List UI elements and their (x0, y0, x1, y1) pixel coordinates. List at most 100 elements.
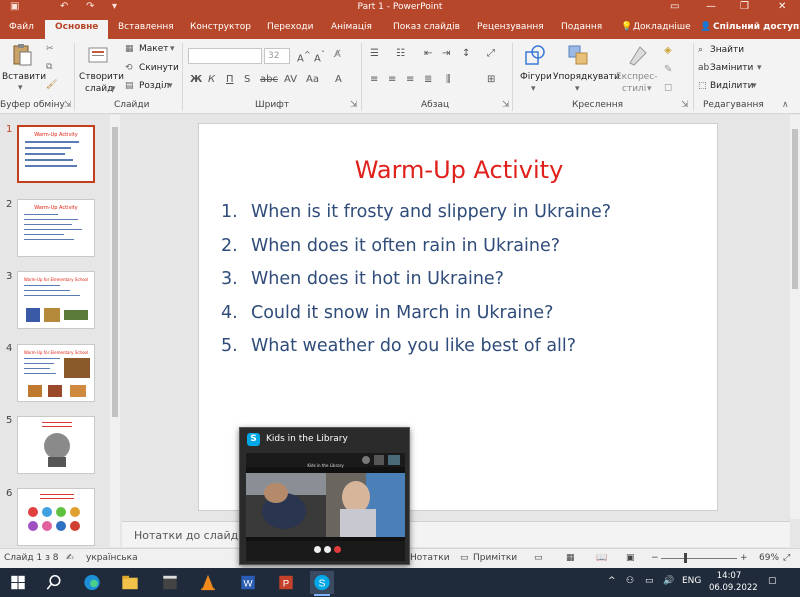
shapes-icon[interactable] (523, 43, 547, 67)
powerpoint-icon[interactable]: P (274, 571, 298, 594)
zoom-slider-thumb[interactable] (684, 553, 687, 563)
copy-icon[interactable]: ⧉ (46, 62, 52, 72)
replace-dropdown-icon[interactable]: ▾ (757, 63, 762, 73)
decrease-font-icon[interactable]: Aˇ (314, 49, 325, 64)
justify-icon[interactable]: ≣ (424, 74, 432, 85)
network-icon[interactable]: ▭ (645, 576, 654, 586)
section-dropdown-icon[interactable]: ▾ (168, 81, 173, 91)
collapse-ribbon-icon[interactable]: ∧ (782, 100, 789, 110)
section-button[interactable]: Розділ (139, 81, 169, 91)
tab-slideshow[interactable]: Показ слайдів (393, 22, 460, 32)
restore-icon[interactable]: ❐ (740, 1, 749, 12)
tray-overflow-icon[interactable]: ^ (608, 576, 616, 586)
quick-styles-button[interactable]: Експрес- (616, 72, 657, 82)
slide-sorter-icon[interactable]: ▦ (566, 553, 575, 563)
line-spacing-icon[interactable]: ↕ (462, 48, 470, 59)
share-icon[interactable]: 👤 (700, 22, 711, 32)
comments-icon[interactable]: ▭ (460, 553, 469, 563)
fit-slide-icon[interactable]: ⤢ (783, 553, 790, 563)
tab-file[interactable]: Файл (9, 22, 34, 32)
paste-dropdown-icon[interactable]: ▾ (18, 83, 23, 93)
thumbnail-slide-6[interactable] (17, 488, 95, 546)
bullets-icon[interactable]: ☰ (370, 48, 379, 59)
reading-view-icon[interactable]: 📖 (596, 553, 607, 563)
change-case-icon[interactable]: Aa (306, 74, 319, 85)
shape-fill-icon[interactable]: ◈ (664, 45, 672, 56)
decrease-indent-icon[interactable]: ⇤ (424, 48, 432, 59)
new-slide-button[interactable]: Створити (79, 72, 124, 82)
tab-animations[interactable]: Анімація (331, 22, 372, 32)
edge-icon[interactable] (80, 571, 104, 594)
vlc-icon[interactable] (196, 571, 220, 594)
tab-insert[interactable]: Вставлення (118, 22, 174, 32)
close-icon[interactable]: ✕ (778, 1, 786, 12)
thumbnail-slide-5[interactable] (17, 416, 95, 474)
underline-icon[interactable]: П (226, 74, 234, 85)
notes-pane[interactable]: Нотатки до слайда (122, 521, 790, 547)
search-icon[interactable] (42, 571, 66, 594)
font-color-icon[interactable]: A (335, 74, 342, 85)
minimize-icon[interactable]: — (706, 1, 716, 12)
zoom-level[interactable]: 69% (759, 553, 779, 563)
slide-question-list[interactable]: 1. When is it frosty and slippery in Ukra… (221, 202, 611, 370)
quick-styles-icon[interactable] (626, 43, 650, 67)
find-button[interactable]: Знайти (710, 45, 744, 55)
increase-font-icon[interactable]: A^ (297, 49, 311, 64)
font-name-combo[interactable] (188, 48, 262, 64)
select-button[interactable]: Виділити (710, 81, 753, 91)
select-dropdown-icon[interactable]: ▾ (752, 81, 757, 91)
quick-styles-dropdown-icon[interactable]: ▾ (647, 84, 652, 94)
slideshow-view-icon[interactable]: ▣ (626, 553, 635, 563)
notifications-icon[interactable]: ▢ (768, 576, 777, 586)
mic-button[interactable] (314, 546, 321, 553)
new-slide-dropdown-icon[interactable]: ▾ (111, 84, 116, 94)
normal-view-icon[interactable]: ▭ (534, 553, 543, 563)
thumbnail-scrollbar[interactable] (110, 115, 120, 547)
tab-design[interactable]: Конструктор (190, 22, 251, 32)
comments-button[interactable]: Примітки (473, 553, 517, 563)
thumbnail-slide-4[interactable]: Warm-Up for Elementary School (17, 344, 95, 402)
thumbnail-slide-3[interactable]: Warm-Up for Elementary School (17, 271, 95, 329)
arrange-dropdown-icon[interactable]: ▾ (575, 84, 580, 94)
new-slide-icon[interactable] (86, 43, 110, 67)
tab-review[interactable]: Рецензування (477, 22, 544, 32)
slide-scrollbar[interactable] (790, 115, 800, 519)
drawing-launcher-icon[interactable]: ⇲ (681, 100, 689, 110)
clear-format-icon[interactable]: A̸ (334, 49, 341, 60)
text-direction-icon[interactable]: ⤢ (487, 48, 495, 59)
tell-me-search[interactable]: Докладніше (633, 22, 691, 32)
tab-home[interactable]: Основне (45, 20, 109, 39)
arrange-icon[interactable] (566, 43, 590, 67)
font-size-combo[interactable]: 32 (264, 48, 290, 64)
strikethrough-icon[interactable]: abc (260, 74, 278, 85)
skype-taskbar-button[interactable]: S (310, 571, 334, 596)
reset-button[interactable]: Скинути (139, 63, 179, 73)
thumbnail-scroll-thumb[interactable] (112, 127, 118, 417)
end-call-button[interactable] (334, 546, 341, 553)
layout-button[interactable]: Макет (139, 44, 169, 54)
tab-transitions[interactable]: Переходи (267, 22, 313, 32)
volume-icon[interactable]: 🔊 (663, 576, 674, 586)
call-preview[interactable]: Kids in the Library (246, 453, 405, 561)
people-icon[interactable]: ⚇ (626, 576, 634, 586)
ribbon-options-icon[interactable]: ▭ (670, 1, 679, 12)
input-language[interactable]: ENG (682, 576, 701, 586)
zoom-slider[interactable] (661, 558, 737, 559)
paste-icon[interactable] (10, 43, 34, 67)
font-launcher-icon[interactable]: ⇲ (350, 100, 358, 110)
arrange-button[interactable]: Упорядкувати (553, 72, 620, 82)
increase-indent-icon[interactable]: ⇥ (442, 48, 450, 59)
columns-icon[interactable]: ⫼ (446, 74, 451, 85)
zoom-in-icon[interactable]: + (740, 553, 748, 563)
char-spacing-icon[interactable]: AV (284, 74, 297, 85)
file-explorer-icon[interactable] (118, 571, 142, 594)
notes-button[interactable]: Нотатки (410, 553, 450, 563)
clipboard-launcher-icon[interactable]: ⇲ (64, 100, 72, 110)
paste-button[interactable]: Вставити (2, 72, 46, 82)
tab-view[interactable]: Подання (561, 22, 602, 32)
paragraph-launcher-icon[interactable]: ⇲ (502, 100, 510, 110)
align-left-icon[interactable]: ≡ (370, 74, 378, 85)
align-center-icon[interactable]: ≡ (388, 74, 396, 85)
replace-button[interactable]: Замінити (710, 63, 753, 73)
skype-preview-popup[interactable]: S Kids in the Library Kids in the Librar… (239, 427, 410, 565)
